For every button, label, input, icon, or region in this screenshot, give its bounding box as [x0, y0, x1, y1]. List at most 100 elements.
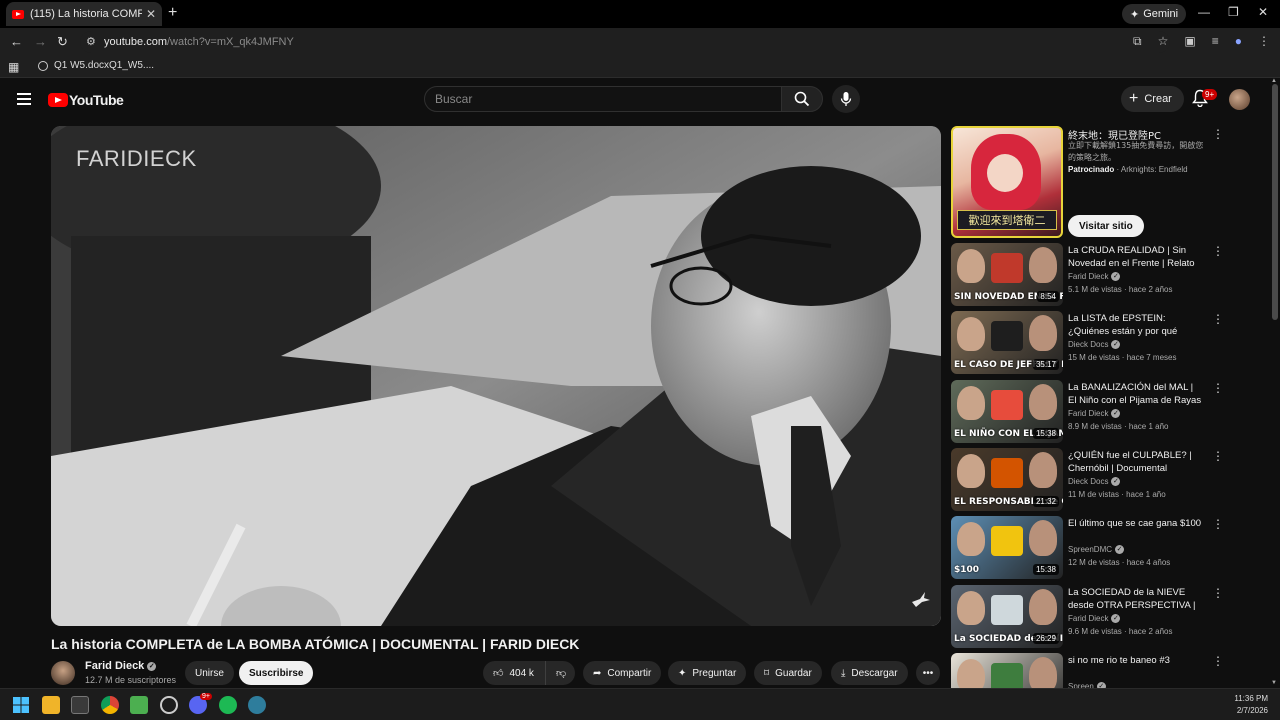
download-button[interactable]: ⤓ Descargar — [831, 661, 908, 685]
apps-grid-icon[interactable]: ▦ — [8, 60, 19, 74]
subscribe-button[interactable]: Suscribirse — [239, 661, 314, 685]
recommendation-item[interactable]: EL RESPONSABLE de CHERNOBYL 21:32 ¿QUIÉN… — [951, 447, 1224, 512]
more-options-icon[interactable]: ⋮ — [1212, 382, 1224, 394]
more-options-icon[interactable]: ⋮ — [1212, 655, 1224, 667]
recommendation-title[interactable]: La CRUDA REALIDAD | Sin Novedad en el Fr… — [1068, 244, 1204, 270]
recommendation-item[interactable]: EL NIÑO CON EL PIJAMA DE RAYAS 15:38 La … — [951, 379, 1224, 444]
extensions-icon[interactable]: ▣ — [1184, 34, 1195, 49]
reading-list-icon[interactable]: ≡ — [1212, 34, 1219, 49]
recommendation-meta: 5.1 M de vistas · hace 2 años — [1068, 285, 1173, 294]
recommendation-title[interactable]: El último que se cae gana $100 — [1068, 517, 1204, 543]
recommendation-title[interactable]: La SOCIEDAD de la NIEVE desde OTRA PERSP… — [1068, 586, 1204, 612]
more-options-icon[interactable]: ⋮ — [1212, 450, 1224, 462]
more-actions-button[interactable]: ••• — [916, 661, 940, 685]
maximize-icon[interactable]: ❐ — [1228, 5, 1239, 19]
recommendation-item[interactable]: EL CASO DE JEFFREY EPSTEIN 35:17 La LIST… — [951, 311, 1224, 375]
recommendation-title[interactable]: La LISTA de EPSTEIN: ¿Quiénes están y po… — [1068, 312, 1204, 338]
channel-name-link[interactable]: Farid Dieck ✓ — [85, 660, 157, 672]
recommendation-channel[interactable]: Farid Dieck ✓ — [1068, 613, 1121, 623]
new-tab-icon[interactable]: + — [168, 4, 177, 22]
steam-icon[interactable] — [160, 696, 178, 714]
minimize-icon[interactable]: — — [1198, 5, 1210, 19]
cast-icon[interactable]: ⧉ — [1133, 34, 1142, 49]
bookmark-icon: ⌑ — [764, 667, 770, 679]
create-button[interactable]: + Crear — [1121, 86, 1184, 112]
bookmark-star-icon[interactable]: ☆ — [1158, 34, 1169, 49]
window-close-icon[interactable]: ✕ — [1258, 5, 1268, 19]
forward-icon[interactable]: → — [34, 34, 47, 49]
address-bar[interactable]: ⚙ youtube.com/watch?v=mX_qk4JMFNY — [80, 31, 1170, 53]
subscribe-label: Suscribirse — [249, 667, 304, 679]
browser-tab[interactable]: (115) La historia COMPLETA de ✕ — [6, 2, 162, 26]
system-clock[interactable]: 11:36 PM 2/7/2026 — [1234, 693, 1268, 717]
reload-icon[interactable]: ↻ — [57, 34, 68, 50]
recommendation-item[interactable]: La SOCIEDAD de la NIEVE 26:29 La SOCIEDA… — [951, 584, 1224, 649]
ad-more-icon[interactable]: ⋮ — [1212, 128, 1224, 140]
like-button[interactable]: 👍︎ 404 k — [483, 661, 545, 685]
recommendation-title[interactable]: La BANALIZACIÓN del MAL | El Niño con el… — [1068, 381, 1204, 407]
search-button[interactable] — [781, 86, 823, 112]
scrollbar-thumb[interactable] — [1272, 84, 1278, 320]
site-info-icon[interactable]: ⚙ — [86, 35, 96, 48]
video-thumbnail[interactable]: SIN NOVEDAD EN EL FRENTE 8:54 — [951, 243, 1063, 306]
menu-icon[interactable] — [17, 93, 31, 105]
globe-app-icon[interactable] — [248, 696, 266, 714]
back-icon[interactable]: ← — [10, 34, 23, 49]
recommendation-channel[interactable]: Farid Dieck ✓ — [1068, 408, 1121, 418]
sponsored-ad[interactable]: 歡迎來到塔衛二 終末地：現已登陸PC 立即下載解鎖135抽免費尋訪，開啟您的策略… — [951, 126, 1224, 238]
ad-description: 立即下載解鎖135抽免費尋訪，開啟您的策略之旅。 — [1068, 141, 1204, 162]
ask-button[interactable]: ✦ Preguntar — [668, 661, 747, 685]
recommendation-channel[interactable]: Dieck Docs ✓ — [1068, 476, 1121, 486]
voice-search-button[interactable] — [832, 85, 860, 113]
tab-close-icon[interactable]: ✕ — [146, 7, 156, 21]
search-input[interactable]: Buscar — [424, 86, 782, 112]
chrome-icon[interactable] — [101, 696, 119, 714]
spotify-icon[interactable] — [219, 696, 237, 714]
discord-badge: 9+ — [200, 693, 212, 700]
video-thumbnail[interactable]: EL CASO DE JEFFREY EPSTEIN 35:17 — [951, 311, 1063, 375]
more-options-icon[interactable]: ⋮ — [1212, 587, 1224, 599]
like-count: 404 k — [509, 667, 534, 679]
recommendation-title[interactable]: ¿QUIÉN fue el CULPABLE? | Chernóbil | Do… — [1068, 449, 1204, 475]
recommendation-title[interactable]: si no me rio te baneo #3 — [1068, 654, 1204, 680]
thumbnail-accent — [991, 253, 1023, 283]
file-explorer-icon[interactable] — [42, 696, 60, 714]
scroll-down-icon[interactable]: ▼ — [1271, 680, 1277, 686]
more-options-icon[interactable]: ⋮ — [1212, 245, 1224, 257]
video-thumbnail[interactable]: EL NIÑO CON EL PIJAMA DE RAYAS 15:38 — [951, 379, 1063, 443]
youtube-logo[interactable]: YouTube — [48, 92, 124, 108]
recommendation-channel[interactable]: Dieck Docs ✓ — [1068, 340, 1121, 350]
thumbnail-face — [957, 385, 985, 420]
account-avatar[interactable] — [1229, 89, 1250, 110]
join-button[interactable]: Unirse — [185, 661, 234, 685]
recommendation-item[interactable]: SIN NOVEDAD EN EL FRENTE 8:54 La CRUDA R… — [951, 243, 1224, 307]
share-button[interactable]: ➦ Compartir — [583, 661, 662, 685]
ad-banner-text: 歡迎來到塔衛二 — [957, 210, 1057, 230]
more-options-icon[interactable]: ⋮ — [1212, 313, 1224, 325]
recommendation-item[interactable]: $100 15:38 El último que se cae gana $10… — [951, 516, 1224, 580]
recommendation-meta: 11 M de vistas · hace 1 año — [1068, 489, 1166, 499]
save-button[interactable]: ⌑ Guardar — [754, 661, 822, 685]
more-options-icon[interactable]: ⋮ — [1212, 518, 1224, 530]
chrome-menu-icon[interactable]: ⋮ — [1258, 34, 1270, 49]
profile-icon[interactable]: ● — [1235, 34, 1242, 49]
video-player[interactable]: FARIDIECK — [51, 126, 941, 626]
verified-icon: ✓ — [1111, 272, 1121, 281]
dislike-button[interactable]: 👎︎ — [545, 661, 575, 685]
windows-start-icon[interactable] — [12, 696, 30, 714]
recommendation-channel[interactable]: Farid Dieck ✓ — [1068, 272, 1121, 281]
recommendation-channel[interactable]: SpreenDMC ✓ — [1068, 545, 1125, 555]
video-thumbnail[interactable]: $100 15:38 — [951, 516, 1063, 580]
microsoft-store-icon[interactable] — [71, 696, 89, 714]
advertiser-name: · Arknights: Endfield — [1116, 165, 1188, 174]
gemini-button[interactable]: ✦ Gemini — [1122, 4, 1187, 24]
ad-meta: Patrocinado · Arknights: Endfield — [1068, 165, 1188, 174]
bookmark-item[interactable]: Q1 W5.docxQ1_W5.... — [38, 60, 154, 71]
visit-site-button[interactable]: Visitar sitio — [1068, 215, 1144, 237]
video-thumbnail[interactable]: EL RESPONSABLE de CHERNOBYL 21:32 — [951, 447, 1063, 511]
minecraft-icon[interactable] — [130, 696, 148, 714]
search-icon — [794, 91, 810, 107]
ad-thumbnail[interactable]: 歡迎來到塔衛二 — [951, 126, 1063, 238]
channel-avatar[interactable] — [51, 661, 75, 685]
video-thumbnail[interactable]: La SOCIEDAD de la NIEVE 26:29 — [951, 584, 1063, 648]
